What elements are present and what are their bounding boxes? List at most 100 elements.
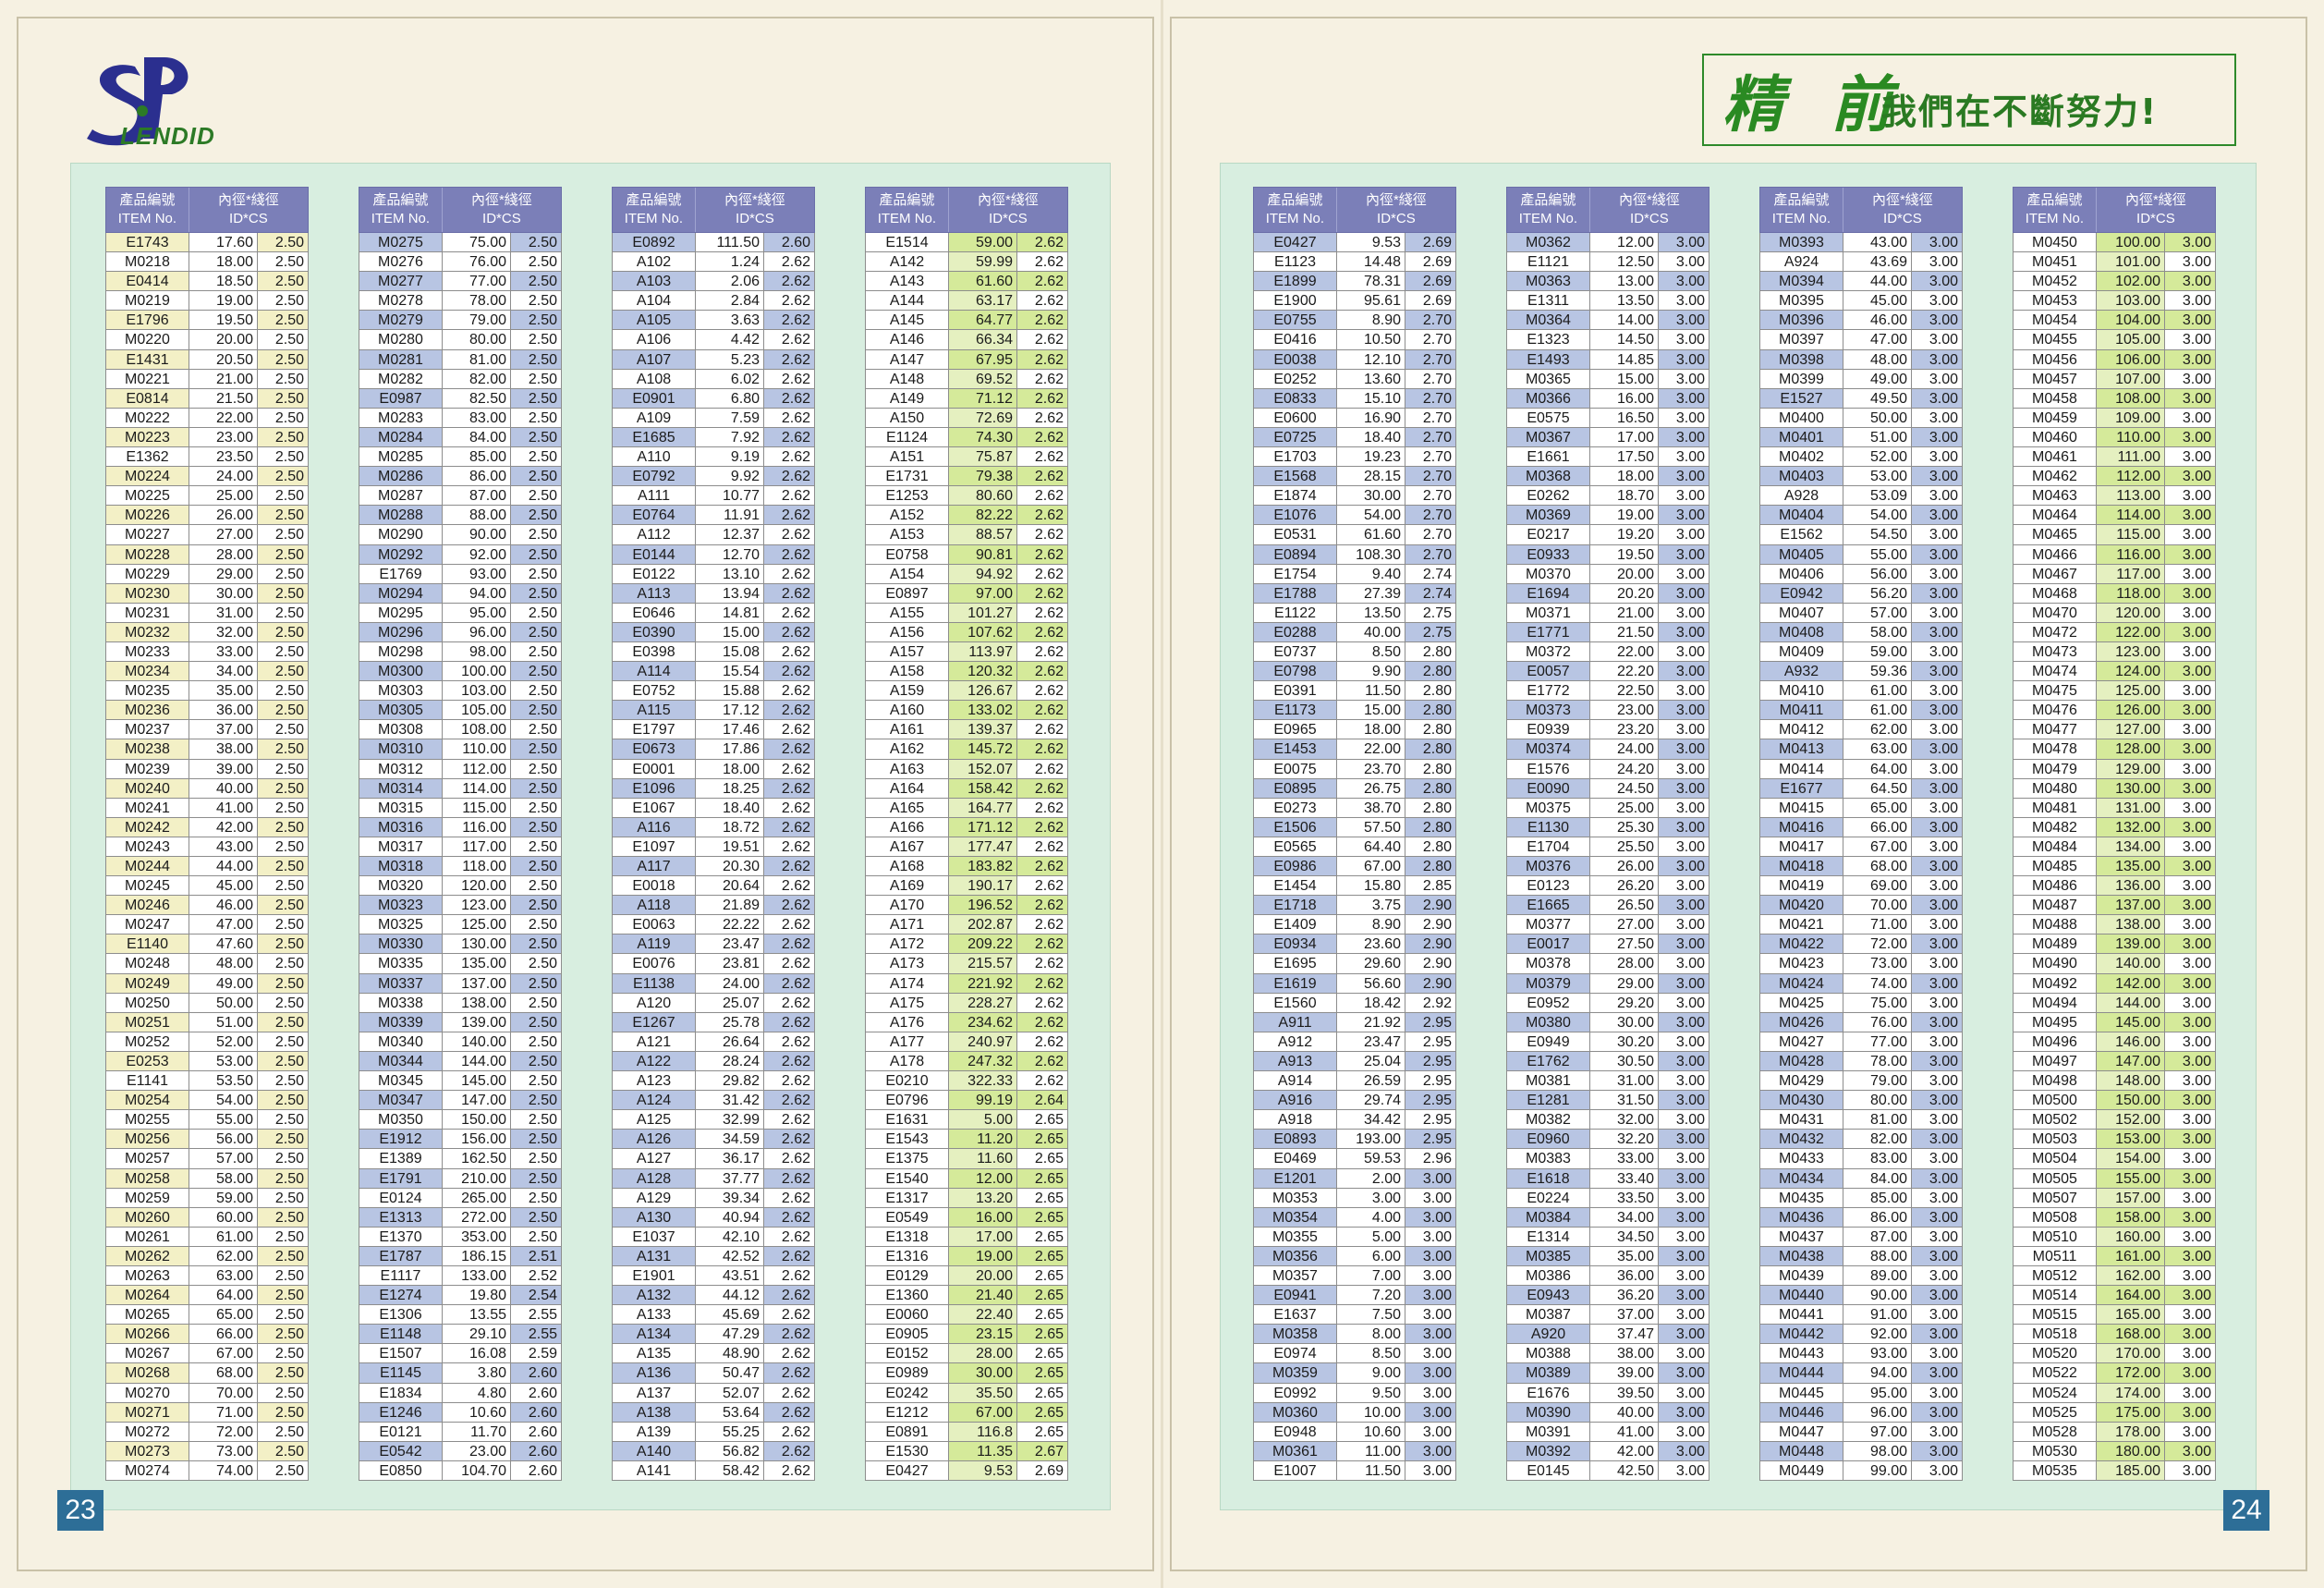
cross-section: 2.50: [510, 544, 562, 565]
item-number: E0758: [865, 544, 948, 565]
cross-section: 2.62: [1016, 486, 1068, 507]
cross-section: 2.50: [257, 1168, 309, 1189]
cross-section: 3.00: [1658, 662, 1710, 682]
header-label: 產品編號: [1267, 192, 1323, 208]
cross-section: 2.70: [1405, 486, 1456, 507]
cross-section: 2.65: [1016, 1325, 1068, 1345]
table-row: A132 44.12 2.62: [612, 1286, 815, 1306]
table-row: M0381 31.00 3.00: [1506, 1071, 1710, 1092]
cross-section: 2.90: [1405, 954, 1456, 974]
cross-section: 2.50: [510, 1032, 562, 1052]
item-number: M0477: [2013, 720, 2096, 740]
item-number: E0986: [1253, 857, 1336, 877]
cross-section: 3.00: [1911, 1402, 1963, 1423]
inner-diameter: 26.00: [189, 506, 257, 526]
item-number: E0764: [612, 506, 695, 526]
cross-section: 2.50: [257, 915, 309, 935]
item-number: M0262: [105, 1246, 189, 1266]
cross-section: 2.50: [510, 662, 562, 682]
item-no-header: 產品編號 ITEM No.: [1254, 188, 1337, 232]
inner-diameter: 95.00: [1843, 1383, 1911, 1403]
table-row: M0254 54.00 2.50: [105, 1091, 309, 1111]
item-number: A141: [612, 1460, 695, 1481]
inner-diameter: 115.00: [442, 798, 510, 818]
inner-diameter: 16.08: [442, 1344, 510, 1364]
item-number: M0465: [2013, 525, 2096, 545]
table-row: M0243 43.00 2.50: [105, 837, 309, 857]
cross-section: 2.65: [1016, 1383, 1068, 1403]
table-row: E1453 22.00 2.80: [1253, 739, 1456, 760]
cross-section: 2.62: [763, 954, 815, 974]
table-row: M0482 132.00 3.00: [2013, 817, 2216, 837]
cross-section: 3.00: [1658, 759, 1710, 779]
item-number: E0792: [612, 467, 695, 487]
inner-diameter: 135.00: [442, 954, 510, 974]
table-row: E0892 111.50 2.60: [612, 233, 815, 253]
slogan-calligraphy: 精 前: [1722, 68, 1904, 140]
item-number: M0296: [359, 622, 442, 642]
table-row: E1097 19.51 2.62: [612, 837, 815, 857]
id-cs-header: 內徑*綫徑 ID*CS: [696, 188, 814, 232]
cross-section: 2.50: [510, 993, 562, 1013]
cross-section: 3.00: [1658, 1168, 1710, 1189]
table-row: E0252 13.60 2.70: [1253, 369, 1456, 389]
inner-diameter: 22.40: [948, 1305, 1016, 1325]
table-row: M0263 63.00 2.50: [105, 1265, 309, 1287]
cross-section: 3.00: [1658, 720, 1710, 740]
item-number: M0303: [359, 681, 442, 702]
item-number: M0479: [2013, 759, 2096, 779]
cross-section: 2.50: [257, 662, 309, 682]
cross-section: 3.00: [1911, 447, 1963, 468]
inner-diameter: 46.00: [189, 896, 257, 916]
inner-diameter: 139.00: [442, 1012, 510, 1032]
item-no-header: 產品編號 ITEM No.: [2014, 188, 2097, 232]
table-row: M0223 23.00 2.50: [105, 427, 309, 448]
table-row: M0237 37.00 2.50: [105, 720, 309, 740]
inner-diameter: 36.20: [1589, 1286, 1658, 1306]
item-number: M0429: [1759, 1071, 1843, 1092]
item-number: M0314: [359, 778, 442, 799]
item-number: M0394: [1759, 272, 1843, 292]
item-number: M0411: [1759, 701, 1843, 721]
cross-section: 2.50: [257, 447, 309, 468]
item-number: M0466: [2013, 544, 2096, 565]
table-row: E1754 9.40 2.74: [1253, 564, 1456, 584]
table-row: M0374 24.00 3.00: [1506, 739, 1710, 760]
table-row: M0270 70.00 2.50: [105, 1383, 309, 1403]
table-row: E0989 30.00 2.65: [865, 1363, 1068, 1384]
inner-diameter: 56.00: [1843, 564, 1911, 584]
inner-diameter: 53.00: [1843, 467, 1911, 487]
item-number: M0388: [1506, 1344, 1589, 1364]
item-number: A144: [865, 291, 948, 311]
table-row: M0278 78.00 2.50: [359, 291, 562, 311]
cross-section: 2.62: [1016, 739, 1068, 760]
cross-section: 3.00: [2164, 544, 2216, 565]
header-label: ITEM No.: [2025, 211, 2085, 226]
inner-diameter: 54.00: [189, 1091, 257, 1111]
inner-diameter: 23.70: [1336, 759, 1405, 779]
item-number: A911: [1253, 1012, 1336, 1032]
item-number: E0122: [612, 564, 695, 584]
table-row: M0337 137.00 2.50: [359, 973, 562, 994]
inner-diameter: 178.00: [2096, 1422, 2164, 1442]
inner-diameter: 65.00: [189, 1305, 257, 1325]
cross-section: 3.00: [1658, 1344, 1710, 1364]
cross-section: 3.00: [2164, 272, 2216, 292]
table-row: M0305 105.00 2.50: [359, 701, 562, 721]
item-number: E1122: [1253, 603, 1336, 623]
item-number: E1912: [359, 1130, 442, 1150]
item-number: E1138: [612, 973, 695, 994]
header-label: 產品編號: [372, 192, 429, 208]
cross-section: 2.50: [257, 1012, 309, 1032]
item-number: E0390: [612, 622, 695, 642]
inner-diameter: 18.00: [695, 759, 763, 779]
inner-diameter: 4.42: [695, 330, 763, 350]
item-number: M0218: [105, 252, 189, 273]
item-number: M0522: [2013, 1363, 2096, 1384]
cross-section: 2.62: [763, 447, 815, 468]
inner-diameter: 228.27: [948, 993, 1016, 1013]
header-label: ITEM No.: [1518, 211, 1578, 226]
table-row: E1409 8.90 2.90: [1253, 915, 1456, 935]
inner-diameter: 53.09: [1843, 486, 1911, 507]
item-number: M0451: [2013, 252, 2096, 273]
